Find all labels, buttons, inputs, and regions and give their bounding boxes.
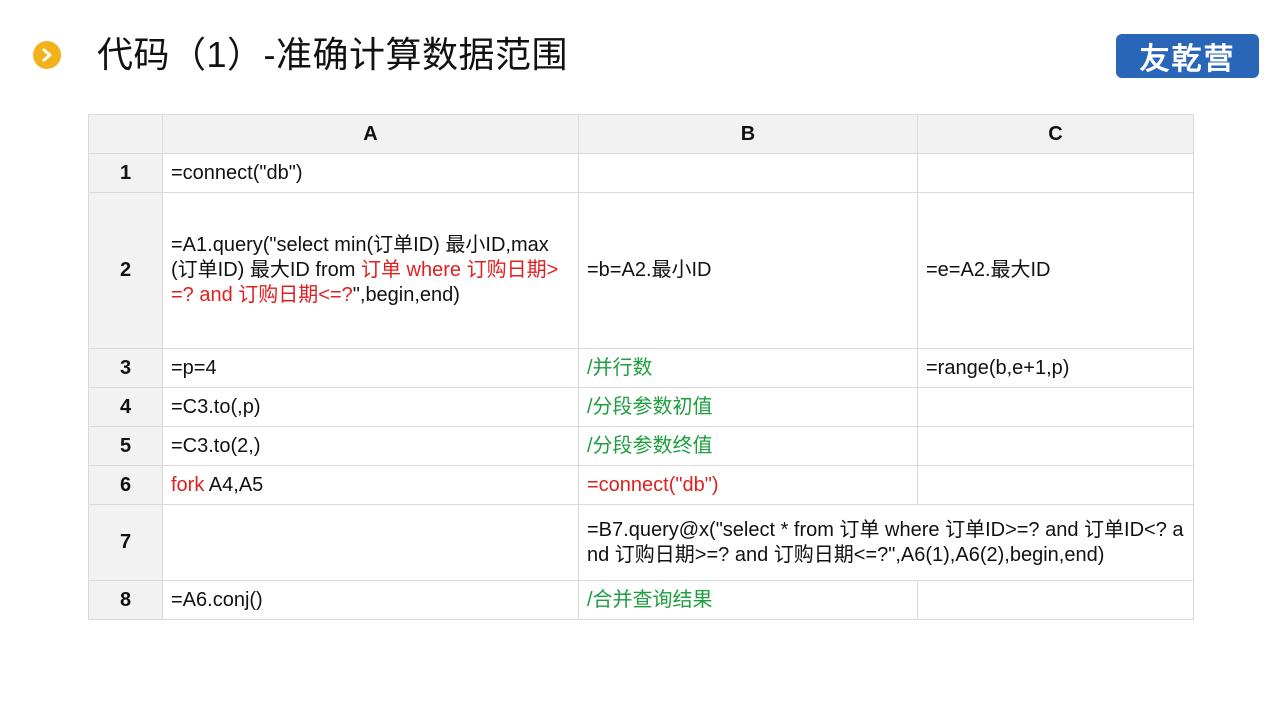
cell-text-segment: /合并查询结果 [587, 588, 713, 611]
grid-row-7: 7 =B7.query@x("select * from 订单 where 订单I… [88, 504, 1194, 581]
cell-b7[interactable]: =B7.query@x("select * from 订单 where 订单ID… [578, 504, 1194, 581]
cell-a8[interactable]: =A6.conj() [162, 580, 579, 620]
brand-logo: 友乾营 [1116, 34, 1259, 78]
cell-c4[interactable] [917, 387, 1194, 427]
grid-row-3: 3 =p=4/并行数 =range(b,e+1,p) [88, 348, 1194, 388]
cell-b2[interactable]: =b=A2.最小ID [578, 192, 918, 349]
cell-b1[interactable] [578, 153, 918, 193]
cell-c8[interactable] [917, 580, 1194, 620]
cell-a6[interactable]: fork A4,A5 [162, 465, 579, 505]
cell-text-segment: /分段参数初值 [587, 395, 713, 418]
brand-logo-text: 友乾营 [1139, 42, 1236, 77]
bullet-badge [33, 41, 61, 69]
cell-text-segment: =e=A2.最大ID [926, 259, 1051, 281]
cell-a1[interactable]: =connect("db") [162, 153, 579, 193]
row-header-2[interactable]: 2 [88, 192, 163, 349]
row-header-3[interactable]: 3 [88, 348, 163, 388]
row-header-7[interactable]: 7 [88, 504, 163, 581]
cell-c5[interactable] [917, 426, 1194, 466]
cell-text-segment: =p=4 [171, 356, 217, 379]
code-grid: A B C 1 =connect("db") 2 =A1.query("select … [88, 114, 1194, 620]
cell-c1[interactable] [917, 153, 1194, 193]
grid-row-2: 2 =A1.query("select min(订单ID) 最小ID,max(订单… [88, 192, 1194, 349]
cell-text-segment: =b=A2.最小ID [587, 259, 712, 281]
chevron-right-icon [42, 48, 52, 62]
grid-row-4: 4 =C3.to(,p) /分段参数初值 [88, 387, 1194, 427]
cell-text-segment: =C3.to(,p) [171, 395, 261, 418]
cell-b5[interactable]: /分段参数终值 [578, 426, 918, 466]
page-title: 代码（1）-准确计算数据范围 [97, 34, 569, 75]
row-header-8[interactable]: 8 [88, 580, 163, 620]
column-header-b[interactable]: B [578, 114, 918, 154]
grid-row-1: 1 =connect("db") [88, 153, 1194, 193]
corner-cell[interactable] [88, 114, 163, 154]
cell-a2[interactable]: =A1.query("select min(订单ID) 最小ID,max(订单I… [162, 192, 579, 349]
cell-b4[interactable]: /分段参数初值 [578, 387, 918, 427]
row-header-5[interactable]: 5 [88, 426, 163, 466]
cell-text-segment: =A6.conj() [171, 588, 263, 611]
cell-text-segment: =C3.to(2,) [171, 434, 261, 457]
cell-c6[interactable] [917, 465, 1194, 505]
column-header-row: A B C [88, 114, 1194, 154]
grid-row-5: 5 =C3.to(2,) /分段参数终值 [88, 426, 1194, 466]
cell-text-segment: =connect("db") [171, 161, 303, 184]
cell-text-segment: /分段参数终值 [587, 434, 713, 457]
grid-row-6: 6 fork A4,A5 =connect("db") [88, 465, 1194, 505]
cell-text-segment: =connect("db") [587, 473, 719, 496]
cell-text-segment: A4,A5 [204, 473, 264, 496]
cell-b3[interactable]: /并行数 [578, 348, 918, 388]
cell-a4[interactable]: =C3.to(,p) [162, 387, 579, 427]
cell-b8[interactable]: /合并查询结果 [578, 580, 918, 620]
cell-a5[interactable]: =C3.to(2,) [162, 426, 579, 466]
row-header-4[interactable]: 4 [88, 387, 163, 427]
row-header-1[interactable]: 1 [88, 153, 163, 193]
column-header-a[interactable]: A [162, 114, 579, 154]
cell-text-segment: /并行数 [587, 356, 653, 379]
cell-text-segment: ",begin,end) [352, 284, 460, 306]
cell-c2[interactable]: =e=A2.最大ID [917, 192, 1194, 349]
cell-c3[interactable]: =range(b,e+1,p) [917, 348, 1194, 388]
column-header-c[interactable]: C [917, 114, 1194, 154]
cell-b6[interactable]: =connect("db") [578, 465, 918, 505]
cell-a3[interactable]: =p=4 [162, 348, 579, 388]
grid-row-8: 8 =A6.conj() /合并查询结果 [88, 580, 1194, 620]
slide: 代码（1）-准确计算数据范围 友乾营 A B C 1 =connect("db")… [0, 0, 1280, 720]
cell-a7[interactable] [162, 504, 579, 581]
cell-text-segment: fork [171, 473, 205, 496]
cell-text-segment: =range(b,e+1,p) [926, 356, 1070, 379]
row-header-6[interactable]: 6 [88, 465, 163, 505]
cell-text-segment: =B7.query@x("select * from 订单 where 订单ID… [587, 518, 1184, 566]
